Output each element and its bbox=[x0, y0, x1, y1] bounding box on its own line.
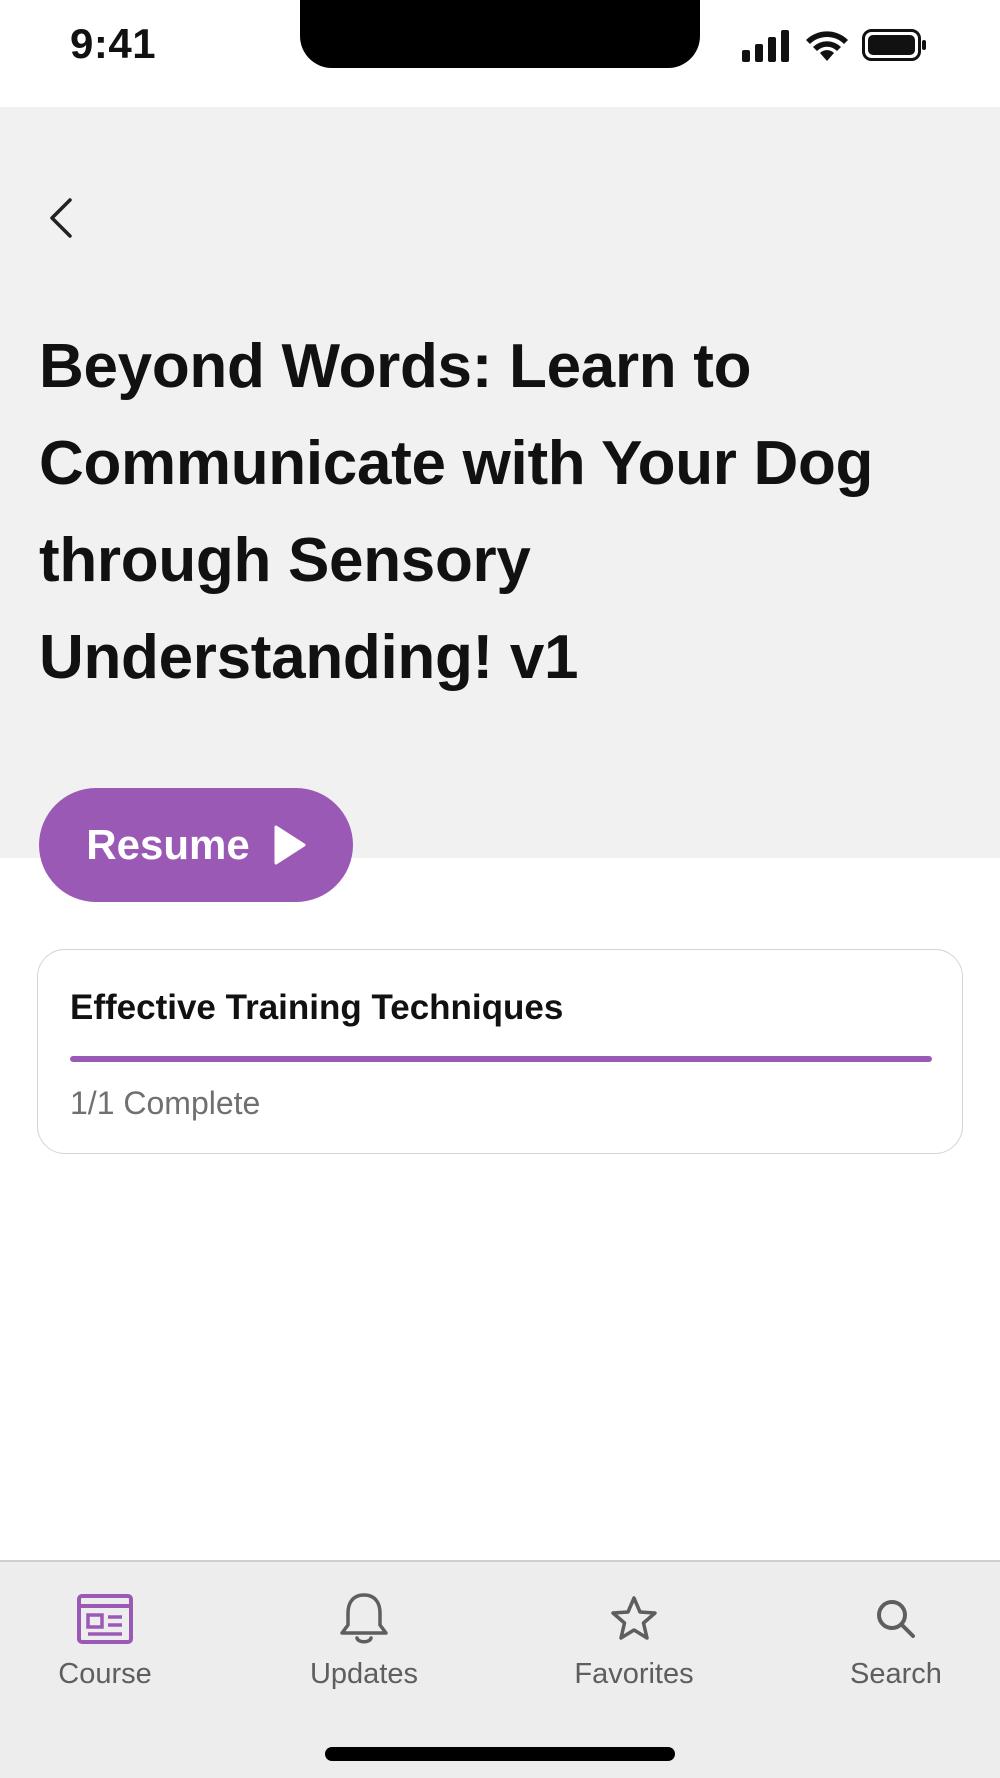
resume-button[interactable]: Resume bbox=[39, 788, 353, 902]
chevron-left-icon bbox=[50, 198, 72, 238]
course-icon bbox=[77, 1594, 133, 1644]
tab-label: Course bbox=[58, 1658, 152, 1690]
home-indicator bbox=[325, 1747, 675, 1761]
module-title: Effective Training Techniques bbox=[70, 988, 564, 1027]
tab-search[interactable]: Search bbox=[796, 1588, 996, 1708]
module-status: 1/1 Complete bbox=[70, 1085, 261, 1121]
course-title: Beyond Words: Learn to Communicate with … bbox=[39, 332, 874, 692]
module-card[interactable]: Effective Training Techniques 1/1 Comple… bbox=[37, 949, 963, 1154]
cellular-signal-icon bbox=[742, 30, 789, 62]
tab-updates[interactable]: Updates bbox=[264, 1588, 464, 1708]
tab-label: Search bbox=[850, 1658, 942, 1690]
search-icon bbox=[877, 1600, 915, 1638]
tab-label: Updates bbox=[309, 1658, 418, 1690]
tab-bar: Course Updates Favorites Search bbox=[0, 1560, 1000, 1778]
resume-label: Resume bbox=[86, 821, 250, 868]
tab-course[interactable]: Course bbox=[5, 1588, 205, 1708]
back-button[interactable] bbox=[34, 186, 88, 250]
module-progress-bar bbox=[70, 1056, 932, 1062]
module-progress-fill bbox=[70, 1056, 932, 1062]
tab-label: Favorites bbox=[574, 1658, 694, 1690]
tab-favorites[interactable]: Favorites bbox=[534, 1588, 734, 1708]
status-icons bbox=[742, 28, 928, 62]
wifi-icon bbox=[806, 31, 848, 61]
star-icon bbox=[611, 1596, 657, 1640]
status-bar: 9:41 bbox=[0, 0, 1000, 107]
battery-icon bbox=[862, 29, 926, 61]
status-time: 9:41 bbox=[70, 20, 157, 67]
play-icon bbox=[274, 825, 306, 865]
device-notch bbox=[300, 0, 700, 68]
bell-icon bbox=[340, 1593, 388, 1644]
